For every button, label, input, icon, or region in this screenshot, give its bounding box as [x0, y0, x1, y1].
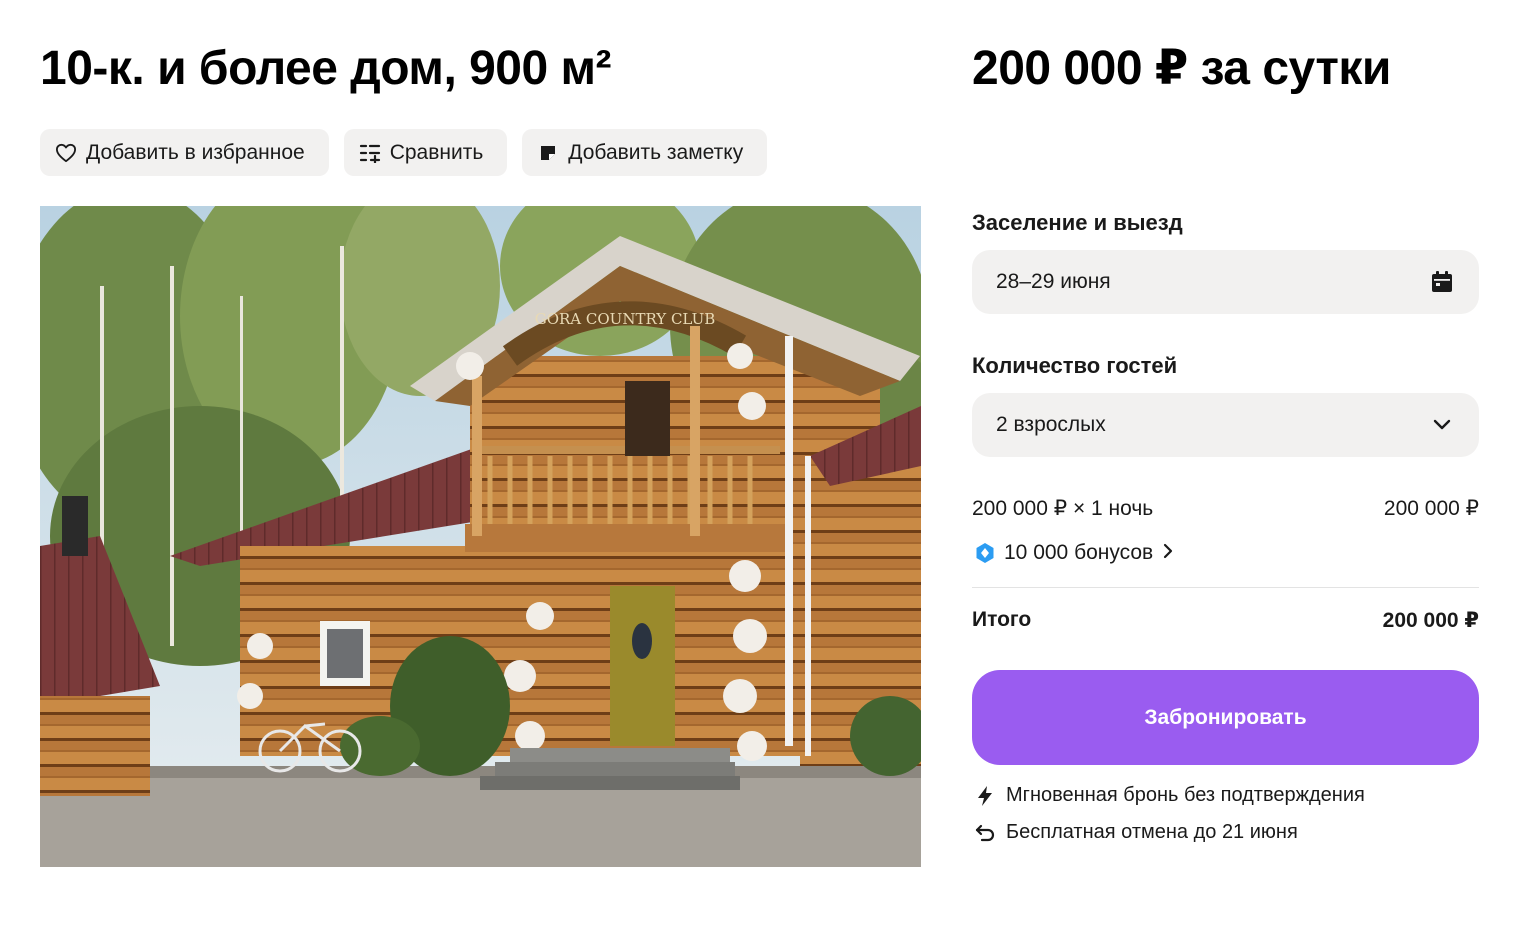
- total-label: Итого: [972, 608, 1032, 631]
- add-note-button[interactable]: Добавить заметку: [522, 129, 768, 176]
- compare-label: Сравнить: [389, 140, 484, 164]
- chevron-down-icon: [1429, 412, 1455, 438]
- compare-button[interactable]: Сравнить: [343, 129, 508, 176]
- dates-label: Заселение и выезд: [972, 210, 1183, 235]
- note-icon: [536, 141, 560, 165]
- heart-icon: [54, 141, 78, 165]
- total-row: Итого 200 000 ₽: [972, 608, 1479, 633]
- dates-field[interactable]: 28–29 июня: [972, 250, 1479, 314]
- lightning-icon: [974, 785, 996, 807]
- line-item-label: 200 000 ₽ × 1 ночь: [972, 497, 1154, 520]
- listing-title: 10-к. и более дом, 900 м²: [40, 42, 612, 95]
- add-to-favorites-label: Добавить в избранное: [86, 140, 305, 164]
- listing-price: 200 000 ₽ за сутки: [972, 42, 1391, 95]
- book-button[interactable]: Забронировать: [972, 670, 1479, 765]
- undo-arrow-icon: [974, 822, 996, 844]
- line-item-value: 200 000 ₽: [1383, 497, 1479, 520]
- cancel-text: Бесплатная отмена до 21 июня: [1006, 821, 1298, 843]
- compare-list-icon: [358, 141, 382, 165]
- bonus-link[interactable]: 10 000 бонусов: [974, 541, 1173, 565]
- divider: [972, 587, 1479, 588]
- photo-sign-text: GORA COUNTRY CLUB: [535, 310, 716, 328]
- add-to-favorites-button[interactable]: Добавить в избранное: [40, 129, 329, 176]
- chevron-right-icon: [1163, 541, 1173, 565]
- guests-value: 2 взрослых: [996, 413, 1106, 436]
- guests-label: Количество гостей: [972, 353, 1178, 378]
- dates-value: 28–29 июня: [996, 270, 1111, 293]
- guests-select[interactable]: 2 взрослых: [972, 393, 1479, 457]
- bonus-text: 10 000 бонусов: [1004, 541, 1154, 564]
- calendar-icon: [1429, 269, 1455, 295]
- add-note-label: Добавить заметку: [568, 140, 744, 164]
- instant-booking-note: Мгновенная бронь без подтверждения: [974, 784, 1365, 807]
- listing-photo[interactable]: GORA COUNTRY CLUB: [40, 206, 921, 867]
- total-value: 200 000 ₽: [1382, 609, 1479, 632]
- listing-actions: Добавить в избранное Сравнить Добавить з…: [40, 129, 768, 176]
- free-cancel-note: Бесплатная отмена до 21 июня: [974, 821, 1298, 844]
- bonus-badge-icon: [974, 542, 996, 564]
- price-line-item: 200 000 ₽ × 1 ночь 200 000 ₽: [972, 496, 1479, 521]
- instant-text: Мгновенная бронь без подтверждения: [1006, 784, 1365, 806]
